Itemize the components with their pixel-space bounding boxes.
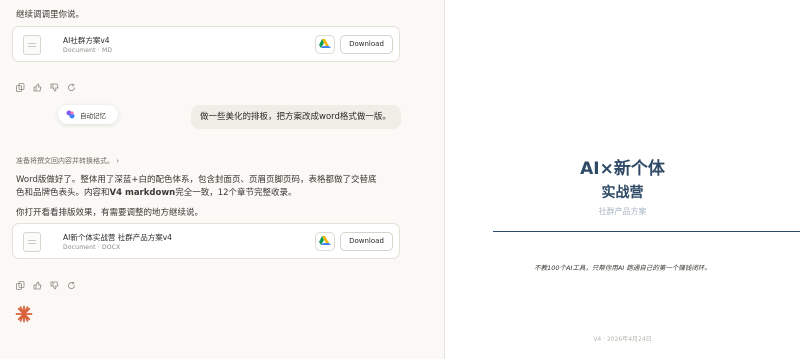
memory-icon [66,110,75,119]
file-card-docx[interactable]: AI新个体实战营 社群产品方案v4 Document · DOCX Downlo… [12,223,400,259]
download-button[interactable]: Download [340,35,393,54]
cover-quote: 不教100个AI工具，只帮你用AI 跑通自己的第一个赚钱闭环。 [534,264,711,272]
retry-icon[interactable] [67,275,76,289]
thumbs-up-icon[interactable] [33,275,42,290]
copy-icon[interactable] [16,77,25,92]
file-meta: Document · DOCX [63,244,121,251]
claude-spark-icon [15,305,33,323]
thumbs-up-icon[interactable] [33,77,42,92]
thinking-summary[interactable]: 准备将撰文回内容并转换格式。 › [16,156,119,166]
document-preview: AI×新个体 实战营 社群产品方案 不教100个AI工具，只帮你用AI 跑通自己… [445,0,800,359]
cover-title: AI×新个体 [580,159,665,179]
download-button[interactable]: Download [340,232,393,251]
google-drive-button[interactable] [315,35,335,54]
reply-line-2: 色和品牌色表头。内容和V4 markdown完全一致，12个章节完整收录。 [16,188,297,198]
file-title: AI新个体实战营 社群产品方案v4 [63,233,172,242]
file-card-md[interactable]: AI社群方案v4 Document · MD Download [12,26,400,62]
thumbs-down-icon[interactable] [50,275,59,290]
copy-icon[interactable] [16,275,25,290]
cover-subtitle: 社群产品方案 [598,207,647,216]
reply-line-1: Word版做好了。整体用了深蓝+白的配色体系，包含封面页、页眉页脚页码，表格都做… [16,175,377,185]
cover-footer: V4 · 2026年4月24日 [593,336,652,343]
cover-rule [493,231,800,232]
file-meta: Document · MD [63,47,113,54]
chevron-right-icon: › [116,157,120,165]
google-drive-icon [319,39,331,48]
auto-memory-badge[interactable]: 自动记忆 [58,105,118,124]
cover-subtitle-main: 实战营 [601,185,644,201]
chat-panel: 继续调调里你说。 AI社群方案v4 Document · MD Download… [0,0,444,359]
thumbs-down-icon[interactable] [50,77,59,92]
chat-top-text: 继续调调里你说。 [16,10,85,20]
document-icon [23,232,41,252]
google-drive-button[interactable] [315,232,335,251]
retry-icon[interactable] [67,77,76,91]
document-icon [23,35,41,55]
google-drive-icon [319,236,331,245]
reply-line-3: 你打开看看排版效果，有需要调整的地方继续说。 [16,208,204,218]
file-title: AI社群方案v4 [63,36,110,45]
user-message: 做一些美化的排板，把方案改成word格式做一版。 [191,105,401,129]
memory-label: 自动记忆 [80,112,106,120]
